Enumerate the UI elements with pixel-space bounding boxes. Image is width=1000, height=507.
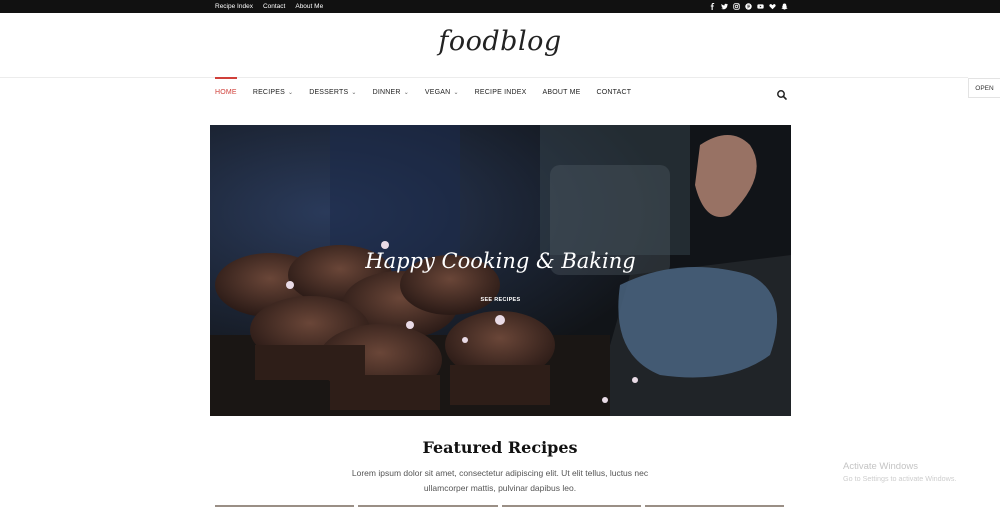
facebook-icon[interactable] <box>708 0 716 13</box>
nav-item-vegan[interactable]: VEGAN ⌄ <box>425 78 459 108</box>
chevron-down-icon: ⌄ <box>351 90 357 96</box>
top-link-contact[interactable]: Contact <box>263 0 285 13</box>
nav-item-desserts[interactable]: DESSERTS ⌄ <box>309 78 356 108</box>
nav-label: ABOUT ME <box>542 89 581 96</box>
top-bar: Recipe Index Contact About Me <box>0 0 1000 13</box>
top-links: Recipe Index Contact About Me <box>215 0 323 13</box>
nav-item-recipes[interactable]: RECIPES ⌄ <box>253 78 293 108</box>
top-link-recipe-index[interactable]: Recipe Index <box>215 0 253 13</box>
nav-label: VEGAN <box>424 89 451 96</box>
nav-label: DINNER <box>372 89 401 96</box>
heart-icon[interactable] <box>768 0 776 13</box>
activation-watermark-title: Activate Windows <box>843 461 918 472</box>
nav-item-about-me[interactable]: ABOUT ME <box>542 78 580 108</box>
nav-item-recipe-index[interactable]: RECIPE INDEX <box>475 78 527 108</box>
nav-item-dinner[interactable]: DINNER ⌄ <box>373 78 409 108</box>
featured-description: Lorem ipsum dolor sit amet, consectetur … <box>351 468 649 493</box>
nav-label: CONTACT <box>596 89 632 96</box>
nav-label: RECIPES <box>252 89 285 96</box>
social-icons <box>708 0 788 13</box>
search-icon[interactable] <box>776 88 788 100</box>
chevron-down-icon: ⌄ <box>453 90 459 96</box>
instagram-icon[interactable] <box>732 0 740 13</box>
youtube-icon[interactable] <box>756 0 764 13</box>
activation-watermark-subtitle: Go to Settings to activate Windows. <box>843 474 957 483</box>
nav-label: DESSERTS <box>309 89 349 96</box>
nav-label: RECIPE INDEX <box>474 89 527 96</box>
top-link-about-me[interactable]: About Me <box>295 0 323 13</box>
featured-title: Featured Recipes <box>422 438 578 457</box>
twitter-icon[interactable] <box>720 0 728 13</box>
nav-item-contact[interactable]: CONTACT <box>597 78 632 108</box>
nav-item-home[interactable]: HOME <box>215 77 237 108</box>
chevron-down-icon: ⌄ <box>287 90 294 96</box>
hero-title: Happy Cooking & Baking <box>365 249 636 273</box>
pinterest-icon[interactable] <box>744 0 752 13</box>
snapchat-icon[interactable] <box>780 0 788 13</box>
site-logo[interactable]: foodblog <box>0 26 1000 57</box>
main-nav: HOME RECIPES ⌄ DESSERTS ⌄ DINNER ⌄ VEGAN ⌄ R… <box>215 77 632 108</box>
nav-label: HOME <box>215 89 237 96</box>
open-side-tab[interactable]: OPEN <box>968 78 1000 98</box>
hero-banner: Happy Cooking & Baking SEE RECIPES <box>210 125 791 416</box>
see-recipes-button[interactable]: SEE RECIPES <box>472 294 529 306</box>
chevron-down-icon: ⌄ <box>403 90 409 96</box>
